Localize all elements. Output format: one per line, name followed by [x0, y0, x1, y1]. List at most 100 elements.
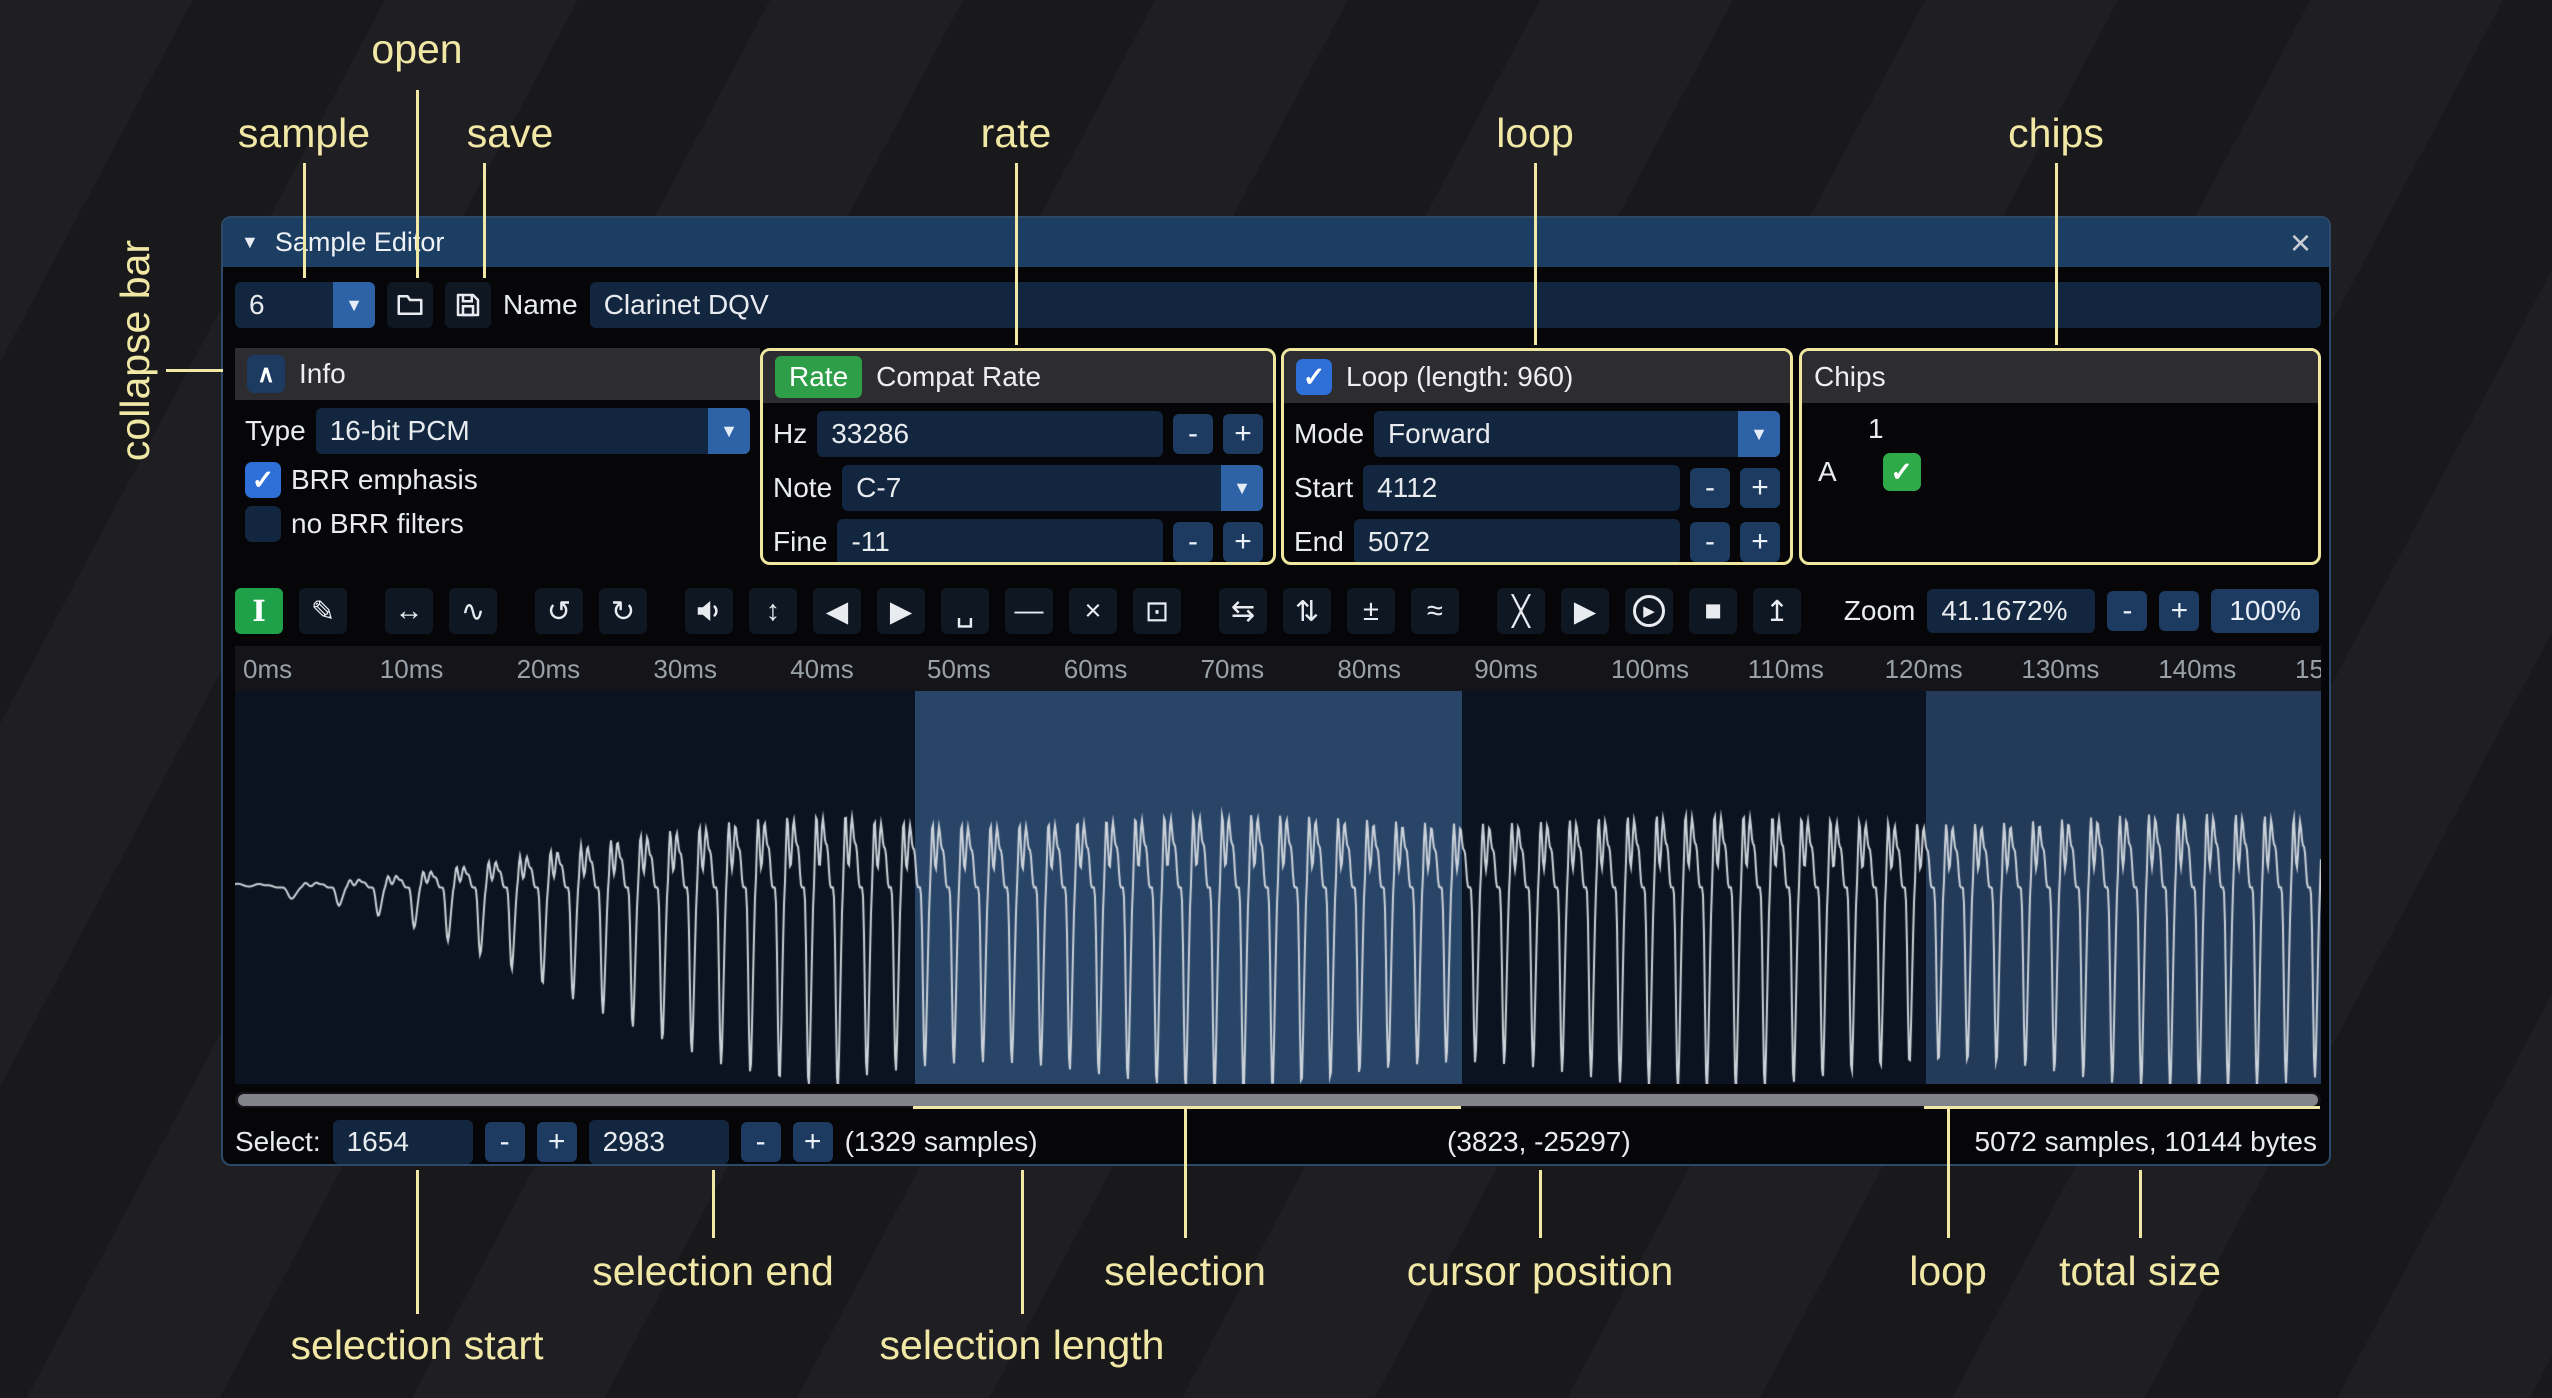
ruler-label: 120ms — [1885, 654, 1963, 685]
insert-silence-button[interactable]: ␣ — [941, 588, 989, 634]
titlebar[interactable]: ▼ Sample Editor × — [223, 218, 2329, 267]
fade-out-button[interactable]: ▶ — [877, 588, 925, 634]
annotation-selection-length: selection length — [880, 1322, 1165, 1369]
collapse-bar-button[interactable]: ∧ — [247, 355, 285, 393]
loop-end-label: End — [1294, 526, 1344, 558]
type-value: 16-bit PCM — [316, 415, 708, 447]
signed-unsigned-button[interactable]: ± — [1347, 588, 1395, 634]
annotation-selection: selection — [1104, 1248, 1266, 1295]
preview-selection-button[interactable]: ▶ — [1625, 588, 1673, 634]
loop-end-decrement-button[interactable]: - — [1690, 522, 1730, 562]
annotation-total-size: total size — [2059, 1248, 2221, 1295]
selection-start-increment-button[interactable]: + — [537, 1122, 577, 1162]
check-icon: ✓ — [1890, 457, 1913, 488]
selection-start-input[interactable]: 1654 — [333, 1120, 473, 1164]
type-select[interactable]: 16-bit PCM ▼ — [316, 408, 750, 454]
chevron-down-icon[interactable]: ▼ — [1221, 465, 1263, 511]
brr-emphasis-label: BRR emphasis — [291, 464, 478, 496]
annotation-line-total-size — [2139, 1170, 2142, 1238]
resample-button[interactable]: ∿ — [449, 588, 497, 634]
info-header-bar: ∧ Info — [235, 348, 760, 400]
zoom-reset-button[interactable]: 100% — [2211, 589, 2319, 633]
stop-preview-button[interactable]: ■ — [1689, 588, 1737, 634]
fade-in-button[interactable]: ◀ — [813, 588, 861, 634]
chip-enable-checkbox[interactable]: ✓ — [1883, 453, 1921, 491]
rate-panel: Rate Compat Rate Hz 33286 - + Note C-7 ▼ — [760, 348, 1276, 565]
resize-button[interactable]: ↔ — [385, 588, 433, 634]
toolbar: I ✎ ↔ ∿ ↺ ↻ ↕ ◀ ▶ ␣ ― × ⊡ ⇆ ⇅ ± ≈ ╳ ▶ ▶ ■ ↥ Zoom 41.1672% - +… — [235, 584, 2321, 638]
folder-icon — [395, 290, 425, 320]
redo-button[interactable]: ↻ — [599, 588, 647, 634]
hz-increment-button[interactable]: + — [1223, 414, 1263, 454]
apply-silence-button[interactable]: ― — [1005, 588, 1053, 634]
chips-header: Chips — [1814, 361, 1886, 393]
annotation-selection-end: selection end — [592, 1248, 834, 1295]
annotation-collapse-bar: collapse bar — [112, 240, 159, 461]
select-button[interactable]: I — [235, 588, 283, 634]
loop-mode-select[interactable]: Forward ▼ — [1374, 411, 1780, 457]
note-select[interactable]: C-7 ▼ — [842, 465, 1263, 511]
delete-button[interactable]: × — [1069, 588, 1117, 634]
selection-end-decrement-button[interactable]: - — [741, 1122, 781, 1162]
invert-button[interactable]: ⇅ — [1283, 588, 1331, 634]
crossfade-button[interactable]: ╳ — [1497, 588, 1545, 634]
zoom-out-button[interactable]: - — [2107, 591, 2147, 631]
normalize-button[interactable]: ↕ — [749, 588, 797, 634]
loop-start-label: Start — [1294, 472, 1353, 504]
selection-start-decrement-button[interactable]: - — [485, 1122, 525, 1162]
name-input[interactable]: Clarinet DQV — [590, 282, 2321, 328]
ruler-label: 90ms — [1474, 654, 1538, 685]
zoom-label: Zoom — [1844, 595, 1916, 627]
loop-start-input[interactable]: 4112 — [1363, 465, 1680, 511]
annotation-line-cursor-position — [1539, 1170, 1542, 1238]
window-collapse-icon[interactable]: ▼ — [241, 232, 259, 253]
reverse-button[interactable]: ⇆ — [1219, 588, 1267, 634]
zoom-in-button[interactable]: + — [2159, 591, 2199, 631]
waveform-display[interactable] — [235, 691, 2321, 1084]
chevron-down-icon[interactable]: ▼ — [1738, 411, 1780, 457]
horizontal-scrollbar[interactable] — [235, 1092, 2321, 1108]
chevron-down-icon[interactable]: ▼ — [333, 282, 375, 328]
hz-input[interactable]: 33286 — [817, 411, 1163, 457]
amplify-button[interactable] — [685, 588, 733, 634]
check-icon: ✓ — [252, 465, 275, 496]
loop-end-increment-button[interactable]: + — [1740, 522, 1780, 562]
mode-value: Forward — [1374, 418, 1738, 450]
no-brr-filters-checkbox[interactable] — [245, 506, 281, 542]
filter-button[interactable]: ≈ — [1411, 588, 1459, 634]
fine-input[interactable]: -11 — [837, 519, 1163, 565]
annotation-sample: sample — [238, 110, 370, 157]
save-button[interactable] — [445, 282, 491, 328]
upload-button[interactable]: ↥ — [1753, 588, 1801, 634]
loop-start-increment-button[interactable]: + — [1740, 468, 1780, 508]
selection-end-increment-button[interactable]: + — [793, 1122, 833, 1162]
selection-end-input[interactable]: 2983 — [589, 1120, 729, 1164]
preview-button[interactable]: ▶ — [1561, 588, 1609, 634]
undo-button[interactable]: ↺ — [535, 588, 583, 634]
sample-selector[interactable]: 6 ▼ — [235, 282, 375, 328]
window-title: Sample Editor — [275, 227, 445, 258]
draw-button[interactable]: ✎ — [299, 588, 347, 634]
loop-checkbox[interactable]: ✓ — [1296, 359, 1332, 395]
trim-button[interactable]: ⊡ — [1133, 588, 1181, 634]
ruler-label: 140ms — [2158, 654, 2236, 685]
fine-label: Fine — [773, 526, 827, 558]
loop-start-decrement-button[interactable]: - — [1690, 468, 1730, 508]
chip-column-label: 1 — [1868, 413, 2318, 445]
annotation-line-collapse-bar — [166, 369, 223, 372]
annotation-selection-start: selection start — [291, 1322, 544, 1369]
close-icon[interactable]: × — [2290, 225, 2311, 261]
zoom-input[interactable]: 41.1672% — [1927, 589, 2095, 633]
fine-decrement-button[interactable]: - — [1173, 522, 1213, 562]
cursor-position-text: (3823, -25297) — [1447, 1126, 1631, 1158]
chevron-down-icon[interactable]: ▼ — [708, 408, 750, 454]
open-button[interactable] — [387, 282, 433, 328]
mode-label: Mode — [1294, 418, 1364, 450]
waveform-canvas[interactable] — [235, 691, 2321, 1084]
hz-decrement-button[interactable]: - — [1173, 414, 1213, 454]
scrollbar-thumb[interactable] — [238, 1094, 2318, 1106]
annotation-line-selection-start — [416, 1170, 419, 1314]
brr-emphasis-checkbox[interactable]: ✓ — [245, 462, 281, 498]
fine-increment-button[interactable]: + — [1223, 522, 1263, 562]
loop-end-input[interactable]: 5072 — [1354, 519, 1680, 565]
